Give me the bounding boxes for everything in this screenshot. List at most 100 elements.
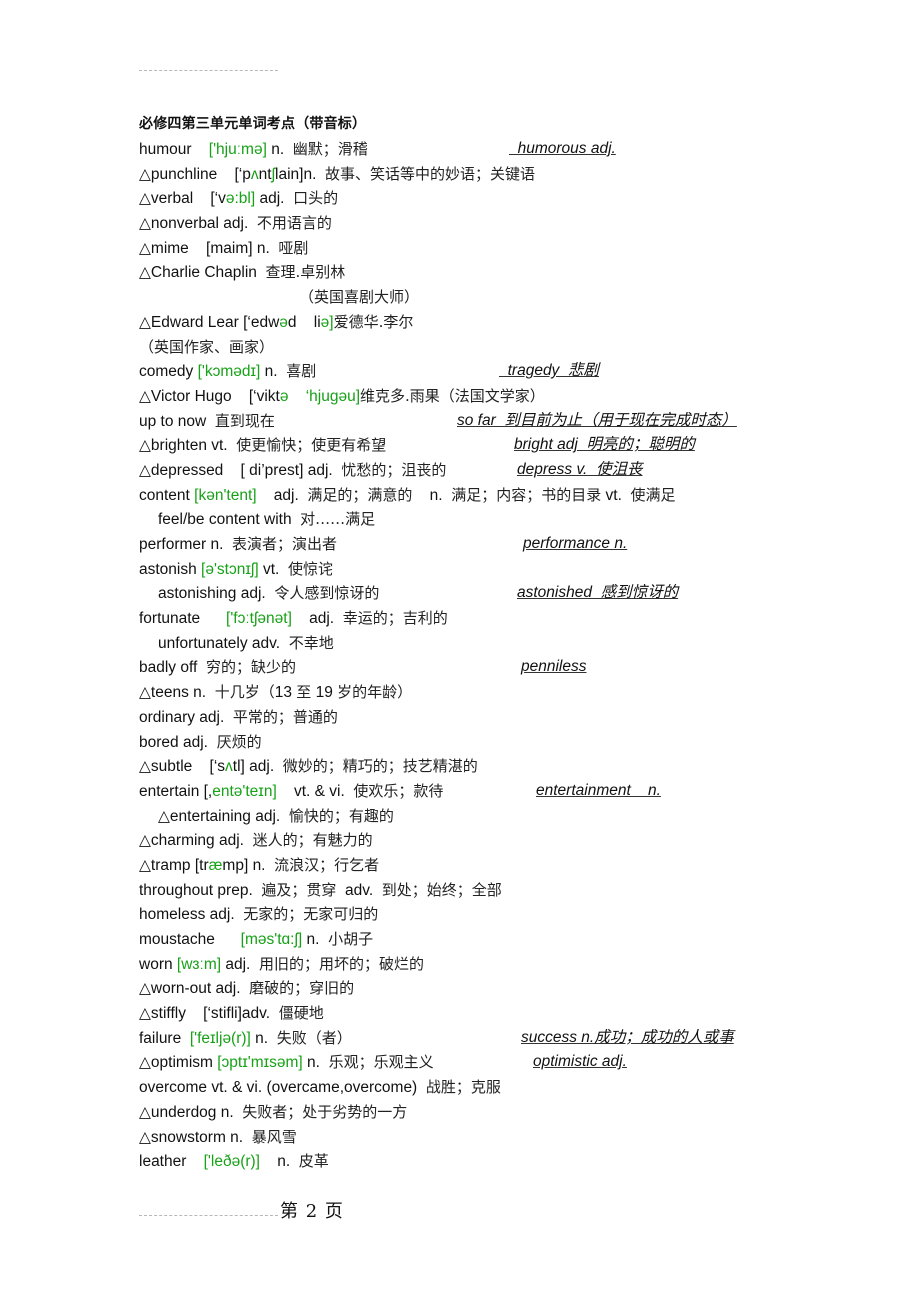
vocab-entry: △optimism [ɔptɪ'mɪsəm] n. 乐观；乐观主义 optimis… — [139, 1050, 839, 1075]
entry-text: △brighten vt. — [139, 437, 237, 455]
vocab-entry: leather ['leðə(r)] n. 皮革 — [139, 1149, 839, 1174]
chinese-gloss: 使惊诧 — [287, 559, 333, 578]
entry-text: worn — [139, 955, 177, 973]
vocab-entry: △Charlie Chaplin 查理.卓别林 — [139, 260, 839, 285]
phonetic: [ɔptɪ'mɪsəm] — [217, 1054, 303, 1072]
chinese-gloss: 故事、笑话等中的妙语；关键语 — [325, 164, 536, 183]
entry-text: △snowstorm n. — [139, 1128, 252, 1146]
entry-text: adj. — [291, 610, 343, 628]
vocab-entry: （英国作家、画家） — [139, 335, 839, 360]
vocab-entry: △underdog n. 失败者；处于劣势的一方 — [139, 1100, 839, 1125]
entry-text: △teens n. — [139, 684, 215, 702]
chinese-gloss: 微妙的；精巧的；技艺精湛的 — [282, 757, 478, 776]
vocab-entry: overcome vt. & vi. (overcame,overcome) 战… — [139, 1075, 839, 1100]
chinese-gloss: 满足的；满意的 — [307, 485, 413, 504]
phonetic: [kən'tent] — [194, 486, 257, 504]
entry-text: badly off — [139, 659, 206, 677]
chinese-gloss: 失败者；处于劣势的一方 — [242, 1102, 408, 1121]
entry-text: vt. — [601, 486, 631, 504]
entry-text: throughout prep. — [139, 881, 262, 899]
entry-text: leather — [139, 1153, 204, 1171]
entry-text: △charming adj. — [139, 832, 253, 850]
vocab-entry: unfortunately adv. 不幸地 — [139, 631, 839, 656]
entry-text: n. — [260, 363, 287, 381]
entry-text: comedy — [139, 363, 198, 381]
phonetic: ʌ — [225, 758, 233, 776]
entry-text: tl] adj. — [232, 758, 283, 776]
entry-text: fortunate — [139, 610, 227, 628]
phonetic: æ — [208, 856, 223, 874]
chinese-gloss: 满足；内容；书的目录 — [451, 485, 602, 504]
vocab-entry: △worn-out adj. 磨破的；穿旧的 — [139, 976, 839, 1001]
vocab-entry: △stiffly [‘stifli]adv. 僵硬地 — [139, 1001, 839, 1026]
entry-text: n. — [302, 1054, 329, 1072]
entry-text: △tramp [tr — [139, 856, 209, 874]
entry-text: entertain [, — [139, 782, 213, 800]
chinese-gloss: 表演者；演出者 — [232, 535, 338, 553]
vocab-entry: feel/be content with 对……满足 — [139, 507, 839, 532]
phonetic: entə'teɪn] — [212, 782, 277, 800]
chinese-gloss: 岁的年龄） — [337, 683, 413, 702]
chinese-gloss: 厌烦的 — [216, 732, 262, 751]
chinese-gloss: 对……满足 — [300, 510, 376, 529]
related-word-note: performance n. — [523, 535, 628, 552]
vocab-entry: △snowstorm n. 暴风雪 — [139, 1125, 839, 1150]
chinese-gloss: 使更愉快；使更有希望 — [236, 436, 387, 455]
entry-text: content — [139, 486, 195, 504]
entry-text: △optimism — [139, 1054, 218, 1072]
phonetic: ['feɪljə(r)] — [189, 1029, 251, 1047]
vocab-entry: △tramp [træmp] n. 流浪汉；行乞者 — [139, 853, 839, 878]
vocab-entry: entertain [,entə'teɪn] vt. & vi. 使欢乐；款待 e… — [139, 779, 839, 804]
vocab-entry: failure ['feɪljə(r)] n. 失败（者） success n.成… — [139, 1026, 839, 1051]
vocab-entry: throughout prep. 遍及；贯穿 adv. 到处；始终；全部 — [139, 878, 839, 903]
related-word-note: so far 到目前为止（用于现在完成时态） — [457, 411, 737, 429]
phonetic: ə — [279, 313, 288, 331]
chinese-gloss: 愉快的；有趣的 — [288, 806, 394, 825]
related-word-note: depress v. 使沮丧 — [517, 460, 643, 478]
vocab-entry: △verbal [‘və:bl] adj. 口头的 — [139, 186, 839, 211]
phonetic: ['hjuːmə] — [208, 141, 267, 158]
chinese-gloss: 幸运的；吉利的 — [342, 609, 448, 628]
page-footer: 第 2 页 — [139, 1197, 344, 1223]
entry-text: adj. — [221, 955, 259, 973]
related-word-note: penniless — [521, 658, 587, 676]
phonetic: ʌ — [250, 165, 259, 183]
footer-rule — [139, 1215, 278, 1216]
chinese-gloss: 战胜；克服 — [425, 1078, 501, 1097]
chinese-gloss: 口头的 — [293, 189, 339, 208]
chinese-gloss: （英国喜剧大师） — [299, 288, 420, 307]
entry-text: ordinary adj. — [139, 708, 233, 726]
vocabulary-list: humour ['hjuːmə] n. 幽默；滑稽 humorous adj. △… — [139, 137, 839, 1174]
entry-text: 19 — [311, 684, 338, 702]
chinese-gloss: 不用语言的 — [256, 214, 332, 233]
entry-text: bored adj. — [139, 733, 217, 751]
chinese-gloss: 小胡子 — [328, 930, 374, 948]
entry-text: n. — [260, 1153, 299, 1171]
phonetic: ['fɔːtʃənət] — [226, 610, 292, 628]
entry-text: vt. & vi. — [276, 782, 354, 800]
related-word-note: astonished 感到惊讶的 — [517, 584, 679, 602]
chinese-gloss: 哑剧 — [278, 238, 309, 257]
chinese-gloss: 使满足 — [630, 485, 676, 504]
entry-text: adv. — [336, 881, 382, 899]
vocab-entry: badly off 穷的；缺少的 penniless — [139, 655, 839, 680]
chinese-gloss: 迷人的；有魅力的 — [252, 831, 373, 850]
entry-text: △nonverbal adj. — [139, 215, 257, 233]
vocab-entry: fortunate ['fɔːtʃənət] adj. 幸运的；吉利的 — [139, 606, 839, 631]
chinese-gloss: 查理.卓别林 — [265, 263, 346, 282]
phonetic: ə ‘hjugəu] — [279, 387, 361, 405]
entry-text: up to now — [139, 412, 215, 430]
chinese-gloss: 维克多.雨果（法国文学家） — [360, 386, 545, 405]
chinese-gloss: 直到现在 — [214, 411, 275, 430]
vocab-entry: △brighten vt. 使更愉快；使更有希望 bright adj 明亮的；聪… — [139, 433, 839, 458]
related-word-note: optimistic adj. — [533, 1053, 627, 1071]
chinese-gloss: 无家的；无家可归的 — [243, 905, 379, 924]
vocab-entry: △depressed [ di’prest] adj. 忧愁的；沮丧的 depre… — [139, 458, 839, 483]
chinese-gloss: 流浪汉；行乞者 — [274, 855, 380, 874]
entry-text: humour — [139, 141, 209, 158]
entry-text: failure — [139, 1029, 190, 1047]
page-number: 第 2 页 — [280, 1201, 344, 1222]
entry-text: overcome vt. & vi. (overcame,overcome) — [139, 1079, 426, 1097]
vocab-entry: △charming adj. 迷人的；有魅力的 — [139, 828, 839, 853]
vocab-entry: astonish [ə'stɔnɪʃ] vt. 使惊诧 — [139, 557, 839, 582]
